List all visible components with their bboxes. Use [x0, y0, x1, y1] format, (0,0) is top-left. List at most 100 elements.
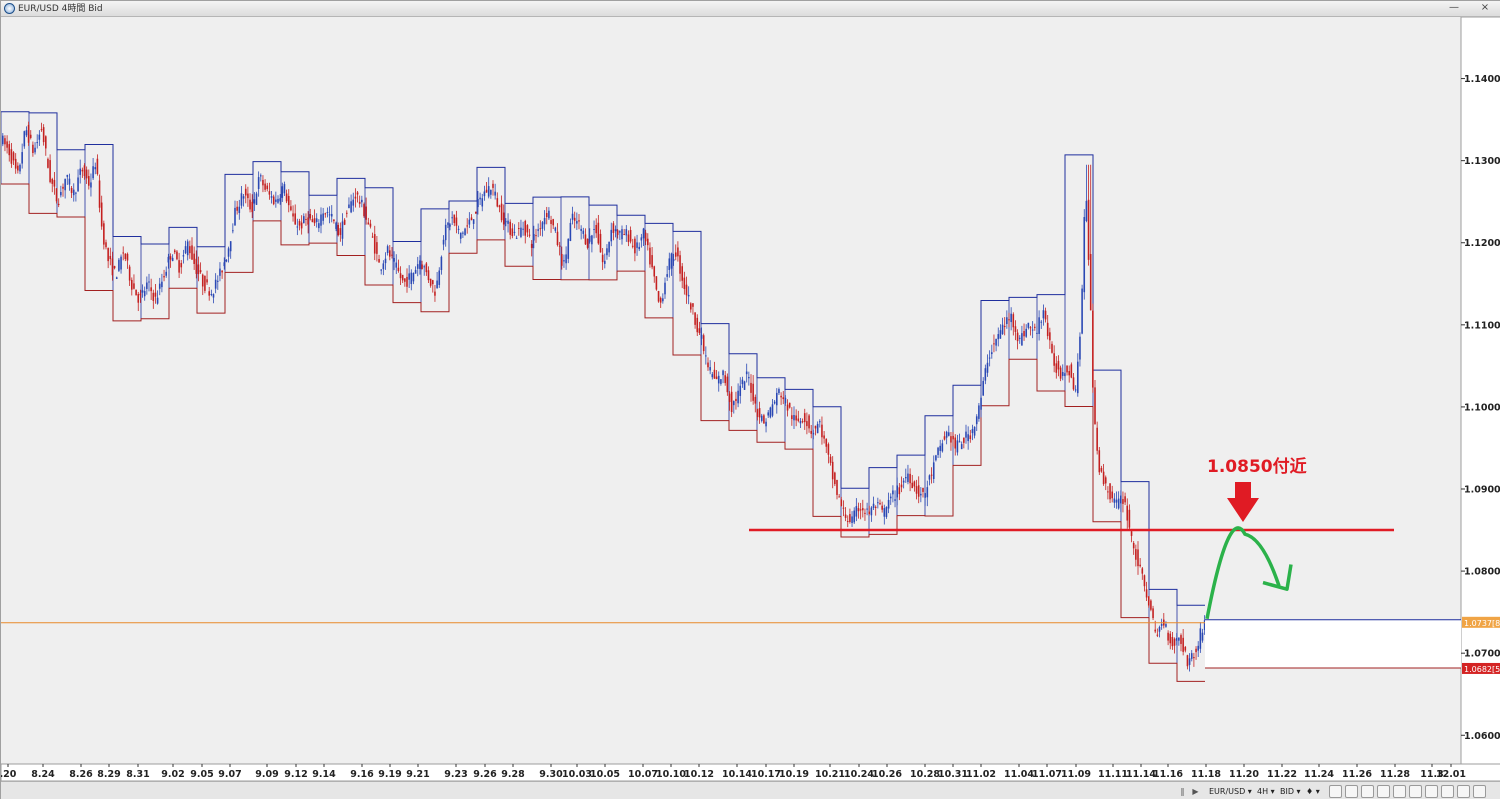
drawing-tool-icon[interactable] — [1393, 785, 1406, 798]
candle-body — [457, 228, 460, 230]
candle-body — [518, 228, 520, 230]
candle-body — [1036, 332, 1038, 334]
candle-body — [612, 223, 615, 234]
candle-body — [444, 224, 447, 241]
candle-body — [1156, 634, 1159, 636]
candle-body — [257, 177, 260, 189]
candle-body — [219, 268, 221, 276]
candle-body — [1147, 596, 1150, 606]
candle-body — [12, 152, 15, 161]
x-tick-label: 9.05 — [190, 769, 213, 780]
grid-tool-icon[interactable] — [1441, 785, 1454, 798]
x-tick-label: 11.24 — [1304, 769, 1334, 780]
candle-body — [156, 297, 159, 304]
candle-body — [70, 187, 73, 193]
candle-body — [115, 277, 118, 279]
candle-body — [642, 228, 645, 239]
candle-body — [651, 255, 653, 268]
candle-body — [797, 418, 800, 421]
candle-body — [694, 312, 696, 325]
y-tick-label: 1.1400[0] — [1464, 74, 1500, 85]
zoom-out-icon[interactable] — [1425, 785, 1438, 798]
candle-body — [823, 435, 825, 439]
candle-body — [765, 421, 767, 427]
candle-body — [584, 234, 587, 245]
candle-body — [464, 228, 466, 236]
candle — [27, 121, 30, 146]
y-tick-label: 1.1000[0] — [1464, 402, 1500, 413]
candle-body — [369, 223, 372, 227]
candle-body — [1180, 635, 1182, 644]
close-button[interactable]: × — [1475, 2, 1495, 15]
candle — [1098, 447, 1101, 476]
price-type-selector[interactable]: BID ▾ — [1278, 785, 1303, 798]
candle-body — [636, 242, 638, 248]
candle-body — [608, 241, 610, 253]
candle-body — [1098, 450, 1101, 473]
line-tool-icon[interactable] — [1361, 785, 1374, 798]
candle-body — [1107, 491, 1109, 493]
candle-body — [1055, 363, 1058, 373]
candle-body — [838, 496, 840, 498]
candle-body — [320, 214, 322, 226]
candle-body — [819, 421, 821, 423]
candle-body — [670, 253, 673, 269]
candle — [47, 157, 49, 169]
x-tick-label: 10.10 — [656, 769, 686, 780]
crosshair-tool-icon[interactable] — [1329, 785, 1342, 798]
x-tick-label: 10.19 — [779, 769, 809, 780]
candle-body — [8, 144, 11, 156]
zoom-in-icon[interactable] — [1409, 785, 1422, 798]
zoom-tool-icon[interactable] — [1345, 785, 1358, 798]
candle — [23, 130, 26, 149]
candle-body — [244, 188, 247, 196]
candle-body — [386, 246, 389, 253]
x-tick-label: 9.12 — [284, 769, 307, 780]
candle-body — [221, 270, 223, 273]
candle-body — [51, 179, 54, 184]
x-tick-label: 11.16 — [1153, 769, 1183, 780]
candle-body — [567, 238, 570, 259]
candle-body — [103, 223, 105, 245]
candle-body — [440, 256, 443, 271]
candle-body — [128, 266, 131, 281]
candle-body — [14, 158, 17, 169]
candle-body — [956, 440, 959, 453]
current-range-box — [1205, 619, 1461, 668]
candle-body — [29, 134, 32, 138]
candle-body — [1122, 499, 1124, 504]
candle-body — [573, 217, 576, 221]
candle-body — [954, 437, 957, 449]
candle-body — [705, 355, 707, 357]
candle-body — [300, 222, 303, 229]
price-chart[interactable]: 1.0850付近 1.1400[0] 1.1300[0] 1.1200[0] 1.110… — [1, 17, 1500, 781]
candle-body — [1046, 322, 1049, 337]
candle-body — [844, 514, 847, 518]
candle-body — [586, 238, 589, 248]
candle-body — [380, 269, 382, 271]
candle-body — [726, 376, 729, 393]
period-selector[interactable]: 4H ▾ — [1255, 785, 1277, 798]
chart-type-icon[interactable] — [1457, 785, 1470, 798]
candle-body — [885, 506, 888, 517]
candle-body — [492, 183, 494, 188]
candle — [1150, 599, 1152, 612]
candle-body — [535, 235, 537, 237]
candle-body — [922, 487, 924, 492]
search-icon[interactable] — [1473, 785, 1486, 798]
candle-body — [266, 185, 269, 190]
candle-body — [859, 509, 862, 511]
minimize-button[interactable]: — — [1444, 2, 1464, 15]
pause-button[interactable]: ‖ — [1177, 785, 1188, 798]
indicator-selector[interactable]: ♦ ▾ — [1304, 785, 1322, 798]
candle-body — [965, 431, 967, 438]
symbol-selector[interactable]: EUR/USD ▾ — [1207, 785, 1254, 798]
scroll-right-button[interactable]: ▶ — [1190, 785, 1201, 798]
candle — [743, 380, 746, 390]
candle-body — [414, 269, 417, 274]
candle-body — [225, 259, 228, 262]
candle-body — [1137, 549, 1139, 567]
cursor-tool-icon[interactable] — [1377, 785, 1390, 798]
candle-body — [19, 164, 21, 172]
candle-body — [945, 431, 948, 438]
